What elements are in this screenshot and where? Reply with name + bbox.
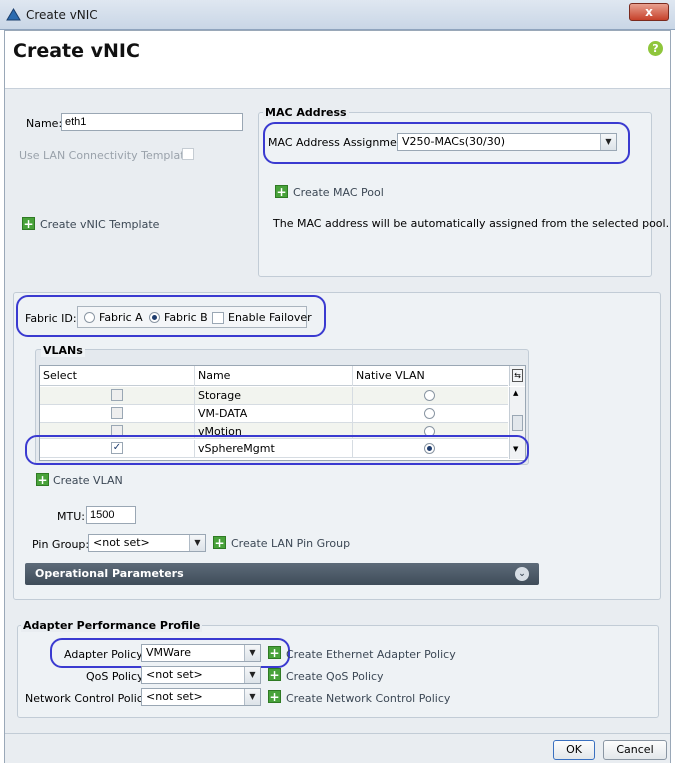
vlan-name: Storage: [195, 387, 353, 405]
table-row[interactable]: Storage: [40, 387, 508, 405]
vlan-name: VM-DATA: [195, 405, 353, 423]
name-label: Name:: [26, 117, 63, 130]
column-header-name[interactable]: Name: [195, 366, 353, 386]
help-icon[interactable]: ?: [648, 41, 663, 56]
chevron-down-icon: ▼: [244, 645, 260, 661]
column-header-native-vlan[interactable]: Native VLAN: [353, 366, 508, 386]
create-network-control-policy-link[interactable]: Create Network Control Policy: [286, 692, 450, 705]
name-input[interactable]: [61, 113, 243, 131]
create-vnic-template-link[interactable]: Create vNIC Template: [40, 218, 159, 231]
close-button[interactable]: x: [629, 3, 669, 21]
scroll-thumb[interactable]: [512, 415, 523, 431]
vlan-select-checkbox[interactable]: [111, 407, 123, 419]
network-control-policy-label: Network Control Policy:: [25, 692, 153, 705]
enable-failover-label: Enable Failover: [228, 311, 312, 324]
add-icon: +: [213, 536, 226, 550]
adapter-policy-value: VMWare: [146, 646, 191, 659]
pin-group-select[interactable]: <not set> ▼: [88, 534, 206, 552]
mac-assignment-label: MAC Address Assignment:: [268, 136, 412, 149]
add-icon: +: [22, 217, 35, 231]
adapter-policy-label: Adapter Policy:: [64, 648, 146, 661]
fabric-id-label: Fabric ID:: [25, 312, 77, 325]
enable-failover-checkbox[interactable]: [212, 312, 224, 324]
close-icon: x: [645, 5, 653, 19]
mac-assignment-select[interactable]: V250-MACs(30/30) ▼: [397, 133, 617, 151]
qos-policy-value: <not set>: [146, 668, 203, 681]
mac-section-title: MAC Address: [263, 106, 349, 119]
ok-button[interactable]: OK: [553, 740, 595, 760]
adapter-section-title: Adapter Performance Profile: [21, 619, 203, 632]
table-row[interactable]: VM-DATA: [40, 405, 508, 423]
fabric-a-radio[interactable]: [84, 312, 95, 323]
chevron-down-icon: ▼: [189, 535, 205, 551]
column-chooser-icon: ⇆: [512, 369, 523, 382]
chevron-down-icon: ▼: [600, 134, 616, 150]
add-icon: +: [268, 690, 281, 704]
create-vlan-link[interactable]: Create VLAN: [53, 474, 123, 487]
qos-policy-label: QoS Policy:: [86, 670, 147, 683]
annotation-oval: [25, 435, 529, 465]
page-title: Create vNIC: [13, 40, 140, 62]
scroll-up-icon[interactable]: ▲: [513, 389, 518, 397]
chevron-down-icon: ▼: [244, 689, 260, 705]
mtu-label: MTU:: [57, 510, 85, 523]
network-control-policy-select[interactable]: <not set> ▼: [141, 688, 261, 706]
create-lan-pin-group-link[interactable]: Create LAN Pin Group: [231, 537, 350, 550]
create-qos-policy-link[interactable]: Create QoS Policy: [286, 670, 384, 683]
pin-group-label: Pin Group:: [32, 538, 90, 551]
app-logo-icon: [6, 8, 21, 21]
chevron-down-icon: ▼: [244, 667, 260, 683]
pin-group-value: <not set>: [93, 536, 150, 549]
add-icon: +: [275, 185, 288, 199]
network-control-policy-value: <not set>: [146, 690, 203, 703]
fabric-b-label: Fabric B: [164, 311, 208, 324]
add-icon: +: [268, 668, 281, 682]
create-ethernet-adapter-policy-link[interactable]: Create Ethernet Adapter Policy: [286, 648, 456, 661]
window-titlebar: Create vNIC x: [0, 0, 675, 30]
mac-assignment-value: V250-MACs(30/30): [402, 135, 506, 148]
expand-icon: ⌄: [515, 567, 529, 581]
create-mac-pool-link[interactable]: Create MAC Pool: [293, 186, 384, 199]
mac-info-text: The MAC address will be automatically as…: [273, 217, 670, 230]
column-header-select[interactable]: Select: [40, 366, 195, 386]
vlan-table-header: Select Name Native VLAN: [40, 366, 508, 386]
fabric-a-label: Fabric A: [99, 311, 143, 324]
qos-policy-select[interactable]: <not set> ▼: [141, 666, 261, 684]
native-vlan-radio[interactable]: [424, 390, 435, 401]
adapter-policy-select[interactable]: VMWare ▼: [141, 644, 261, 662]
column-chooser-button[interactable]: ⇆: [509, 366, 525, 386]
lan-template-checkbox[interactable]: [182, 148, 194, 160]
cancel-button[interactable]: Cancel: [603, 740, 667, 760]
vlan-select-checkbox[interactable]: [111, 389, 123, 401]
native-vlan-radio[interactable]: [424, 408, 435, 419]
lan-template-label: Use LAN Connectivity Template:: [19, 149, 195, 162]
add-icon: +: [36, 473, 49, 487]
operational-parameters-bar[interactable]: Operational Parameters ⌄: [25, 563, 539, 585]
vlans-section-title: VLANs: [41, 344, 85, 357]
mtu-input[interactable]: [86, 506, 136, 524]
operational-parameters-label: Operational Parameters: [35, 567, 184, 580]
add-icon: +: [268, 646, 281, 660]
window-title: Create vNIC: [26, 8, 98, 22]
fabric-b-radio[interactable]: [149, 312, 160, 323]
